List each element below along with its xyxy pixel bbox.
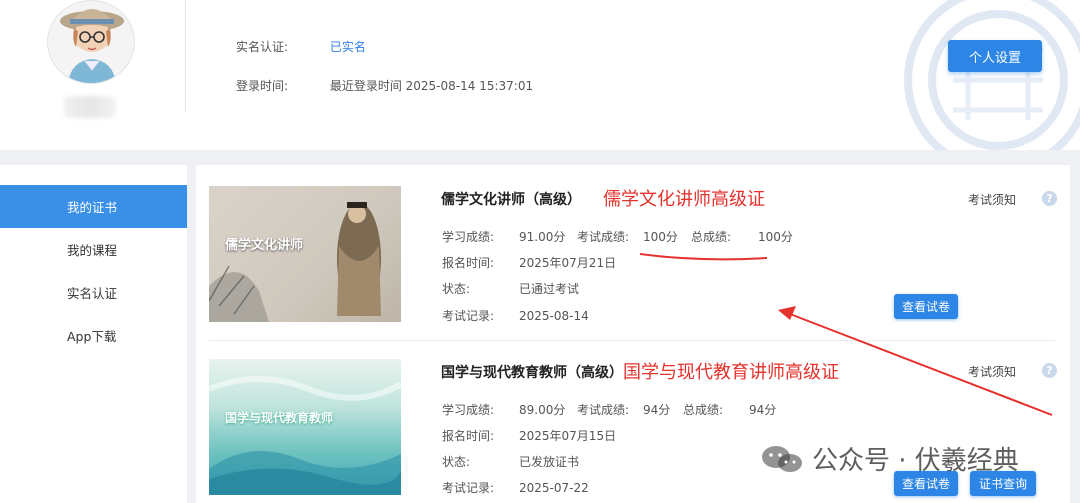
- status-row: 状态: 已通过考试: [442, 280, 579, 297]
- wechat-icon: [762, 445, 802, 472]
- exam-score-label: 考试成绩:: [577, 230, 630, 244]
- profile-divider: [185, 0, 186, 112]
- signup-value: 2025年07月15日: [519, 429, 617, 443]
- personal-settings-button[interactable]: 个人设置: [948, 40, 1042, 72]
- exam-notice-link[interactable]: 考试须知: [968, 363, 1016, 380]
- realname-row: 实名认证: 已实名: [236, 38, 366, 55]
- study-score-label: 学习成绩:: [442, 230, 495, 244]
- status-value: 已发放证书: [519, 455, 580, 469]
- row-divider: [209, 340, 1055, 341]
- signup-row: 报名时间: 2025年07月15日: [442, 427, 616, 444]
- signup-label: 报名时间:: [442, 256, 495, 270]
- exam-score-value: 94分: [643, 403, 671, 417]
- status-label: 状态:: [442, 455, 471, 469]
- certificate-annotation: 儒学文化讲师高级证: [603, 189, 765, 210]
- exam-score-value: 100分: [643, 230, 678, 244]
- total-score-value: 100分: [758, 230, 793, 244]
- wechat-watermark: 公众号 · 伏羲经典: [760, 440, 1019, 477]
- login-value: 最近登录时间 2025-08-14 15:37:01: [329, 79, 534, 93]
- help-icon[interactable]: ?: [1042, 191, 1057, 206]
- avatar[interactable]: [47, 0, 135, 84]
- signup-row: 报名时间: 2025年07月21日: [442, 254, 616, 271]
- record-label: 考试记录:: [442, 309, 495, 323]
- sidebar: 我的证书 我的课程 实名认证 App下载: [0, 165, 187, 503]
- help-icon[interactable]: ?: [1042, 363, 1057, 378]
- signup-label: 报名时间:: [442, 429, 495, 443]
- total-score-label: 总成绩:: [683, 403, 724, 417]
- profile-card: 实名认证: 已实名 登录时间: 最近登录时间 2025-08-14 15:37:…: [0, 0, 1080, 150]
- login-label: 登录时间:: [236, 79, 289, 93]
- scores-row: 学习成绩: 91.00分 考试成绩: 100分 总成绩: 100分: [442, 228, 793, 245]
- login-row: 登录时间: 最近登录时间 2025-08-14 15:37:01: [236, 77, 533, 94]
- record-value: 2025-08-14: [519, 309, 589, 323]
- total-score-label: 总成绩:: [691, 230, 732, 244]
- exam-score-label: 考试成绩:: [577, 403, 630, 417]
- record-row: 考试记录: 2025-07-22: [442, 479, 589, 496]
- watermark-text: 公众号 · 伏羲经典: [812, 446, 1019, 476]
- realname-label: 实名认证:: [236, 40, 289, 54]
- sidebar-item-app-download[interactable]: App下载: [0, 314, 187, 357]
- record-row: 考试记录: 2025-08-14: [442, 307, 589, 324]
- signup-value: 2025年07月21日: [519, 256, 617, 270]
- status-row: 状态: 已发放证书: [442, 453, 579, 470]
- record-value: 2025-07-22: [519, 481, 589, 495]
- sidebar-item-realname[interactable]: 实名认证: [0, 271, 187, 314]
- status-label: 状态:: [442, 282, 471, 296]
- sidebar-item-my-certificates[interactable]: 我的证书: [0, 185, 187, 228]
- thumbnail-caption: 国学与现代教育教师: [225, 411, 334, 425]
- total-score-value: 94分: [749, 403, 777, 417]
- exam-notice-link[interactable]: 考试须知: [968, 191, 1016, 208]
- certificate-annotation: 国学与现代教育讲师高级证: [623, 362, 839, 383]
- certificate-thumbnail[interactable]: 儒学文化讲师: [209, 186, 401, 322]
- certificate-title: 儒学文化讲师（高级）: [441, 192, 581, 208]
- study-score-value: 89.00分: [519, 403, 566, 417]
- certificate-title: 国学与现代教育教师（高级）: [441, 365, 623, 381]
- certificate-thumbnail[interactable]: 国学与现代教育教师: [209, 359, 401, 495]
- scores-row: 学习成绩: 89.00分 考试成绩: 94分 总成绩: 94分: [442, 401, 776, 418]
- study-score-value: 91.00分: [519, 230, 566, 244]
- status-value: 已通过考试: [519, 282, 580, 296]
- avatar-image: [60, 9, 124, 83]
- view-paper-button[interactable]: 查看试卷: [894, 294, 958, 319]
- sidebar-item-my-courses[interactable]: 我的课程: [0, 228, 187, 271]
- study-score-label: 学习成绩:: [442, 403, 495, 417]
- username-blurred: [64, 96, 116, 118]
- brand-watermark-logo: [904, 0, 1080, 150]
- thumbnail-caption: 儒学文化讲师: [225, 238, 304, 253]
- realname-value: 已实名: [329, 40, 366, 54]
- record-label: 考试记录:: [442, 481, 495, 495]
